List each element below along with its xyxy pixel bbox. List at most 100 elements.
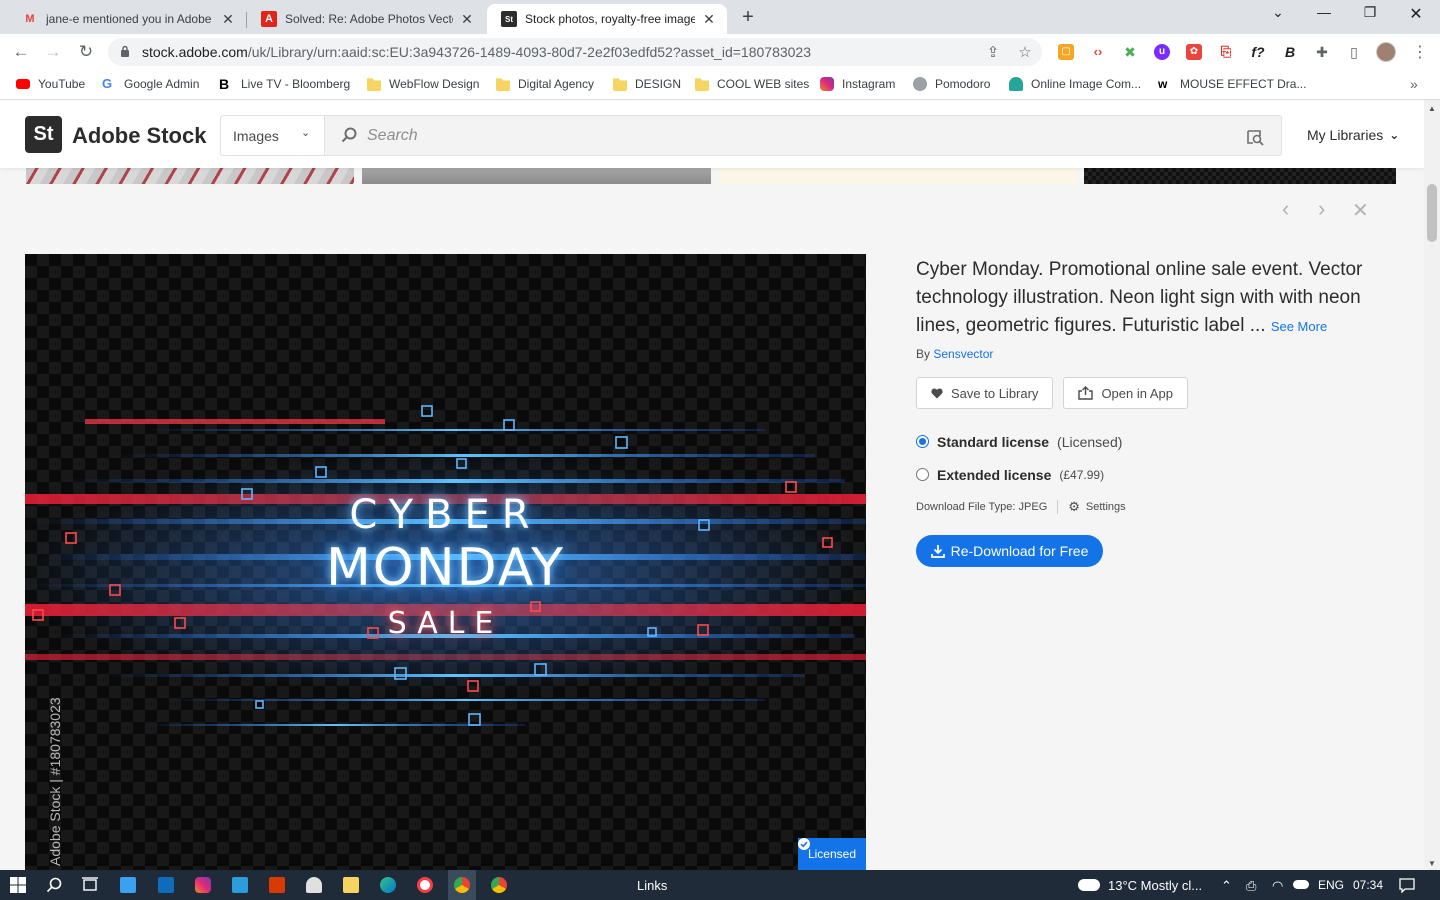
links-toolbar-label[interactable]: Links [637, 878, 667, 893]
notifications-icon[interactable] [1399, 877, 1415, 893]
asset-preview-image[interactable]: CYBER MONDAY SALE Adobe Stock | #1807830… [25, 254, 866, 870]
bookmarks-overflow-icon[interactable]: » [1410, 76, 1418, 92]
tab-adobe-community[interactable]: A Solved: Re: Adobe Photos Vector ✕ [247, 4, 485, 34]
license-extended[interactable]: Extended license (£47.99) [916, 458, 1386, 491]
store-icon[interactable] [120, 877, 136, 893]
close-icon[interactable]: ✕ [220, 11, 236, 28]
brand-name[interactable]: Adobe Stock [72, 123, 206, 149]
forward-icon[interactable]: → [42, 41, 64, 63]
chrome-icon[interactable] [491, 877, 507, 893]
photos-app-icon[interactable] [232, 877, 248, 893]
previous-icon[interactable]: ‹ [1282, 196, 1289, 222]
license-name: Extended license [937, 466, 1052, 483]
bookmark-webflow-design[interactable]: WebFlow Design [367, 77, 479, 91]
check-circle-icon [797, 838, 810, 850]
related-thumbnail[interactable] [1084, 168, 1396, 184]
red-extension-icon[interactable]: ✿ [1186, 44, 1202, 60]
related-thumbnail[interactable] [26, 168, 354, 184]
network-device-icon[interactable]: ⎙ [1246, 878, 1256, 894]
bookmark-star-icon[interactable]: ☆ [1016, 43, 1034, 61]
cross-extension-icon[interactable]: ✖ [1122, 44, 1138, 60]
my-libraries-menu[interactable]: My Libraries ⌄ [1307, 127, 1399, 143]
bookmark-mouse-effect[interactable]: w MOUSE EFFECT Dra... [1158, 77, 1306, 91]
scroll-up-icon[interactable]: ▲ [1428, 104, 1436, 113]
code-extension-icon[interactable]: ‹› [1090, 44, 1106, 60]
standard-license-radio[interactable] [916, 435, 929, 448]
weather-text[interactable]: 13°C Mostly cl... [1108, 878, 1202, 893]
gear-icon[interactable]: ⚙ [1068, 499, 1080, 515]
tab-adobe-stock[interactable]: St Stock photos, royalty-free image ✕ [487, 4, 727, 34]
scrollbar-thumb[interactable] [1427, 184, 1437, 242]
wifi-icon[interactable]: ◠ [1272, 878, 1283, 894]
save-to-library-button[interactable]: Save to Library [916, 377, 1054, 409]
next-icon[interactable]: › [1318, 196, 1325, 222]
redownload-button[interactable]: Re-Download for Free [916, 535, 1103, 567]
page-scrollbar[interactable]: ▲ ▼ [1424, 100, 1440, 870]
mail-icon[interactable] [158, 877, 174, 893]
bookmark-bloomberg[interactable]: B Live TV - Bloomberg [219, 77, 350, 91]
bookmark-digital-agency[interactable]: Digital Agency [496, 77, 594, 91]
pdf-extension-icon[interactable]: ⎘ [1218, 44, 1234, 60]
bookmark-design[interactable]: DESIGN [613, 77, 681, 91]
close-icon[interactable]: ✕ [1352, 198, 1369, 223]
side-panel-icon[interactable]: ▯ [1346, 44, 1362, 60]
related-thumbnail[interactable] [362, 168, 711, 184]
related-thumbnail[interactable] [719, 168, 1077, 184]
browser-menu-icon[interactable]: ⋮ [1412, 42, 1428, 62]
bookmark-instagram[interactable]: Instagram [820, 77, 895, 91]
font-extension-icon[interactable]: f? [1250, 44, 1266, 60]
bookmark-label: MOUSE EFFECT Dra... [1180, 77, 1307, 91]
lock-icon [121, 45, 129, 57]
onedrive-icon[interactable] [1293, 880, 1309, 889]
close-icon[interactable]: ✕ [701, 11, 717, 28]
by-prefix: By [916, 347, 931, 361]
office-icon[interactable] [269, 877, 285, 893]
share-icon[interactable]: ⇪ [984, 43, 1002, 61]
bookmark-pomodoro[interactable]: Pomodoro [913, 77, 990, 91]
b-extension-icon[interactable]: B [1282, 44, 1298, 60]
clock[interactable]: 07:34 [1353, 878, 1383, 892]
reload-icon[interactable]: ↻ [75, 41, 97, 63]
extended-license-radio[interactable] [916, 468, 929, 481]
itunes-icon[interactable] [417, 877, 433, 893]
search-icon[interactable] [46, 877, 62, 893]
instagram-app-icon[interactable] [195, 877, 211, 893]
restore-icon[interactable]: ❐ [1360, 4, 1380, 21]
open-in-app-button[interactable]: Open in App [1063, 377, 1188, 409]
author-link[interactable]: Sensvector [933, 347, 993, 361]
image-text-monday: MONDAY [325, 538, 566, 598]
chevron-up-icon[interactable]: ⌃ [1221, 878, 1232, 894]
chrome-icon[interactable] [454, 877, 470, 893]
u-extension-icon[interactable]: u [1154, 44, 1170, 60]
bookmark-google-admin[interactable]: G Google Admin [102, 77, 199, 92]
language-indicator[interactable]: ENG [1318, 878, 1344, 892]
extensions-puzzle-icon[interactable]: ✚ [1314, 44, 1330, 60]
address-bar[interactable]: stock.adobe.com/uk/Library/urn:aaid:sc:E… [108, 38, 1042, 66]
adobe-stock-logo[interactable]: St [25, 116, 62, 153]
edge-icon[interactable] [380, 877, 396, 893]
search-category-select[interactable]: Images ⌄ [221, 116, 325, 155]
visual-search-icon[interactable] [1245, 127, 1265, 147]
image-text-sale: SALE [387, 606, 504, 641]
task-view-icon[interactable] [82, 877, 98, 893]
windows-start-icon[interactable] [10, 877, 26, 893]
file-explorer-icon[interactable] [343, 877, 359, 893]
scroll-down-icon[interactable]: ▼ [1428, 859, 1436, 868]
see-more-link[interactable]: See More [1271, 319, 1327, 334]
bookmark-youtube[interactable]: YouTube [16, 77, 85, 91]
extension-icon[interactable]: ▢ [1058, 44, 1074, 60]
back-icon[interactable]: ← [10, 41, 32, 63]
close-window-icon[interactable]: ✕ [1406, 4, 1426, 24]
cloud-app-icon[interactable] [306, 877, 322, 893]
new-tab-icon[interactable]: + [738, 6, 758, 29]
settings-link[interactable]: Settings [1086, 501, 1126, 513]
bookmark-online-image-compressor[interactable]: Online Image Com... [1009, 77, 1141, 91]
search-input[interactable] [367, 124, 1227, 148]
close-icon[interactable]: ✕ [459, 11, 475, 28]
tab-gmail[interactable]: M jane-e mentioned you in Adobe S ✕ [8, 4, 246, 34]
profile-avatar[interactable] [1376, 42, 1396, 62]
license-standard[interactable]: Standard license (Licensed) [916, 425, 1386, 458]
minimize-icon[interactable]: — [1314, 4, 1334, 20]
bookmark-cool-web-sites[interactable]: COOL WEB sites [695, 77, 809, 91]
tab-search-chevron-icon[interactable]: ⌄ [1268, 4, 1288, 21]
